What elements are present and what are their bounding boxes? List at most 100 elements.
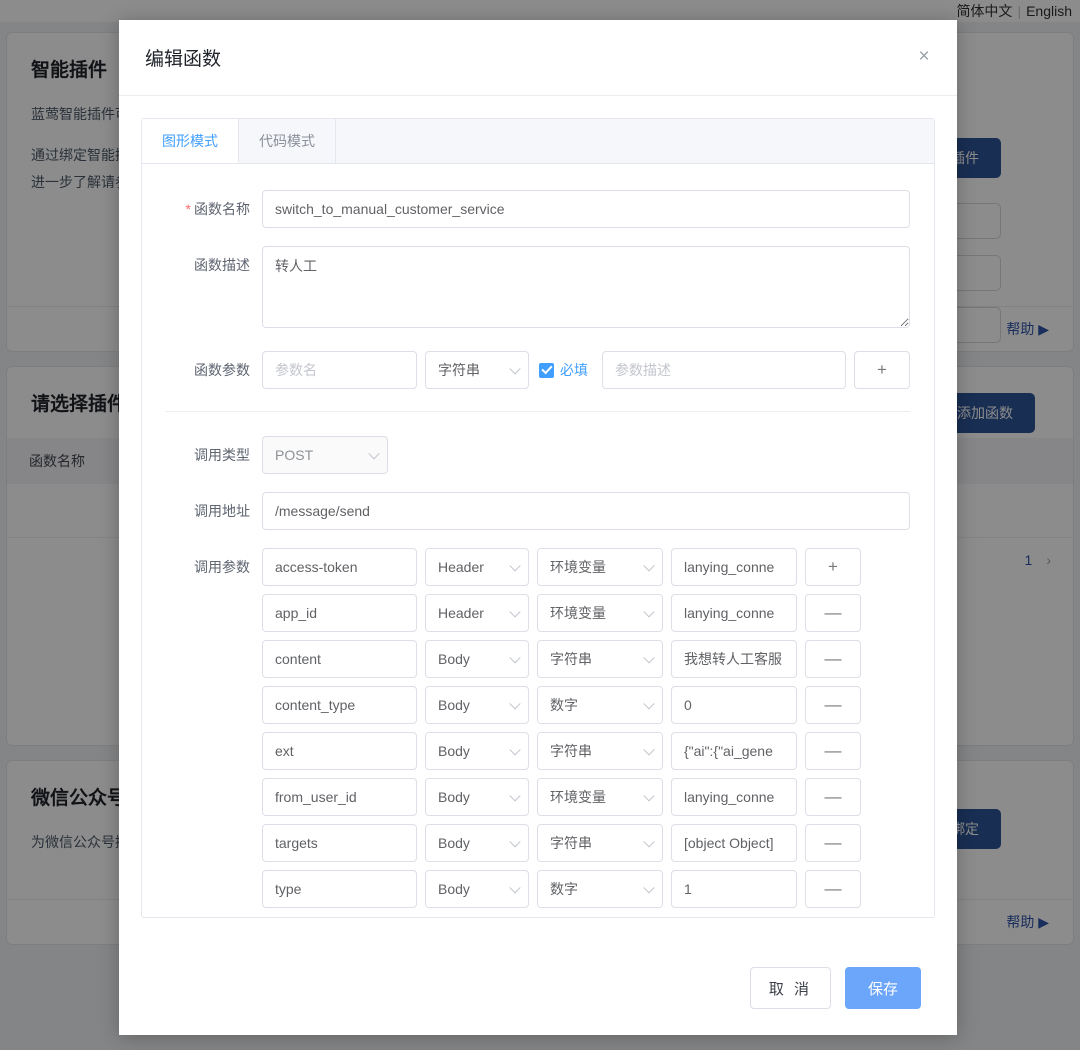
required-checkbox-label: 必填 [560,362,588,378]
call-param-type-select[interactable]: 字符串 [537,824,663,862]
chevron-down-icon [509,606,521,618]
field-function-params: 函数参数 字符串 [166,351,910,389]
mode-tabs: 图形模式 代码模式 *函数名称 函数描述 [141,118,935,918]
tab-graphic-mode[interactable]: 图形模式 [142,119,239,163]
call-param-location-value: Header [438,559,484,575]
chevron-down-icon [643,790,655,802]
chevron-down-icon [643,606,655,618]
call-param-location-select[interactable]: Header [425,594,529,632]
remove-call-param-button[interactable]: — [805,640,861,678]
call-url-input[interactable] [262,492,910,530]
call-param-key-input[interactable] [262,870,417,908]
call-param-type-value: 环境变量 [550,605,606,621]
call-param-key-input[interactable] [262,686,417,724]
required-asterisk: * [185,201,191,217]
dialog-body: 图形模式 代码模式 *函数名称 函数描述 [119,96,957,945]
call-type-select[interactable]: POST [262,436,388,474]
call-param-row: Header 环境变量 + [262,548,910,586]
chevron-down-icon [509,698,521,710]
remove-call-param-button[interactable]: — [805,778,861,816]
call-param-type-value: 环境变量 [550,559,606,575]
call-param-location-select[interactable]: Body [425,778,529,816]
label-call-url: 调用地址 [194,503,250,519]
function-param-desc-input[interactable] [602,351,846,389]
call-param-value-input[interactable] [671,732,797,770]
function-param-name-input[interactable] [262,351,417,389]
call-param-location-value: Body [438,651,470,667]
remove-call-param-button[interactable]: — [805,732,861,770]
remove-call-param-button[interactable]: — [805,594,861,632]
function-name-input[interactable] [262,190,910,228]
call-param-location-select[interactable]: Body [425,640,529,678]
call-param-type-select[interactable]: 数字 [537,686,663,724]
call-param-key-input[interactable] [262,594,417,632]
call-param-type-select[interactable]: 环境变量 [537,594,663,632]
call-param-type-value: 字符串 [550,651,592,667]
chevron-down-icon [643,882,655,894]
call-param-type-value: 字符串 [550,743,592,759]
cancel-button[interactable]: 取 消 [749,967,831,1009]
call-param-row: Body 环境变量 — [262,778,910,816]
label-call-type: 调用类型 [194,447,250,463]
dialog-footer: 取 消 保存 [119,945,957,1035]
call-param-location-select[interactable]: Body [425,870,529,908]
call-param-row: Body 数字 — [262,686,910,724]
field-call-url: 调用地址 [166,492,910,530]
chevron-down-icon [509,790,521,802]
chevron-down-icon [643,698,655,710]
call-param-location-value: Body [438,697,470,713]
call-param-type-select[interactable]: 字符串 [537,732,663,770]
function-param-type-select[interactable]: 字符串 [425,351,529,389]
chevron-down-icon [509,882,521,894]
call-param-location-select[interactable]: Body [425,732,529,770]
remove-call-param-button[interactable]: — [805,824,861,862]
close-icon[interactable]: × [913,46,935,68]
tab-code-mode[interactable]: 代码模式 [239,119,336,163]
chevron-down-icon [643,744,655,756]
call-param-value-input[interactable] [671,640,797,678]
function-param-required-group[interactable]: 必填 [537,360,594,380]
call-param-row: Header 环境变量 — [262,594,910,632]
add-function-param-button[interactable]: + [854,351,910,389]
call-param-key-input[interactable] [262,824,417,862]
chevron-down-icon [643,560,655,572]
chevron-down-icon [509,652,521,664]
required-checkbox[interactable] [539,362,554,378]
call-param-location-value: Header [438,605,484,621]
call-param-location-select[interactable]: Body [425,686,529,724]
call-param-key-input[interactable] [262,640,417,678]
call-param-type-select[interactable]: 环境变量 [537,548,663,586]
save-button[interactable]: 保存 [845,967,921,1009]
call-param-key-input[interactable] [262,548,417,586]
chevron-down-icon [643,836,655,848]
chevron-down-icon [509,363,521,375]
call-param-location-value: Body [438,881,470,897]
call-param-key-input[interactable] [262,732,417,770]
call-param-value-input[interactable] [671,824,797,862]
call-param-location-select[interactable]: Body [425,824,529,862]
call-param-type-select[interactable]: 数字 [537,870,663,908]
call-type-value: POST [275,447,314,463]
field-call-params: 调用参数 Header 环境变量 + Header 环境变量 — Body 字符串 — Body 数… [166,548,910,916]
call-param-value-input[interactable] [671,870,797,908]
call-param-type-select[interactable]: 字符串 [537,640,663,678]
call-param-location-select[interactable]: Header [425,548,529,586]
call-param-value-input[interactable] [671,778,797,816]
call-param-value-input[interactable] [671,686,797,724]
call-param-row: Body 数字 — [262,870,910,908]
function-param-row: 字符串 必填 + [262,351,910,389]
label-function-desc: 函数描述 [194,257,250,273]
chevron-down-icon [509,836,521,848]
call-param-type-select[interactable]: 环境变量 [537,778,663,816]
remove-call-param-button[interactable]: — [805,686,861,724]
label-call-params: 调用参数 [194,559,250,575]
function-desc-textarea[interactable] [262,246,910,328]
add-call-param-button[interactable]: + [805,548,861,586]
call-param-value-input[interactable] [671,548,797,586]
call-param-row: Body 字符串 — [262,824,910,862]
remove-call-param-button[interactable]: — [805,870,861,908]
call-param-row: Body 字符串 — [262,640,910,678]
call-param-value-input[interactable] [671,594,797,632]
call-param-key-input[interactable] [262,778,417,816]
section-divider [166,411,910,412]
